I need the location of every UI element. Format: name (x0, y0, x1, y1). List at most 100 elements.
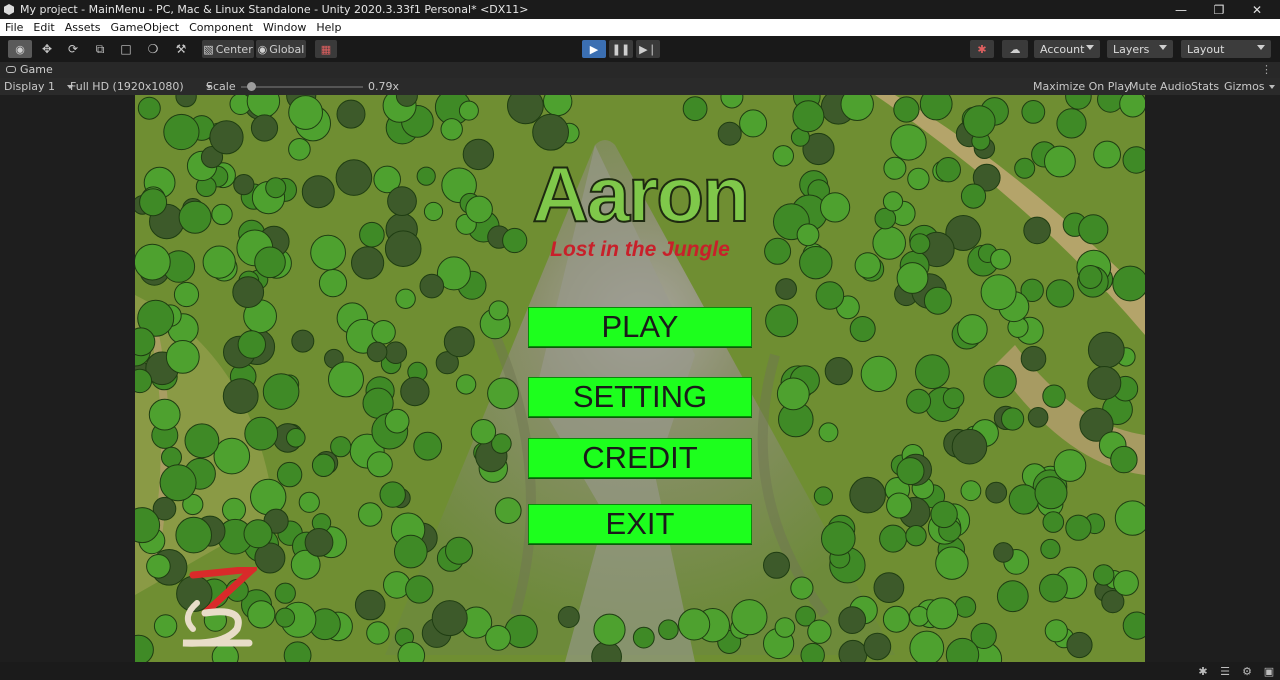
cloud-button[interactable]: ☁ (1002, 40, 1028, 58)
tree (993, 542, 1014, 563)
debug-mode-icon[interactable]: ⚙ (1240, 665, 1254, 678)
tree (1008, 484, 1040, 515)
tree (915, 354, 950, 390)
menu-help[interactable]: Help (311, 21, 346, 34)
space-global-button[interactable]: ◉ Global (256, 40, 306, 58)
scale-slider-handle[interactable] (246, 82, 256, 91)
stats-toggle[interactable]: Stats (1191, 80, 1219, 93)
tree (184, 423, 220, 459)
menu-gameobject[interactable]: GameObject (106, 21, 185, 34)
custom-tool-icon[interactable]: ⚒ (172, 40, 190, 58)
menu-bar: File Edit Assets GameObject Component Wi… (0, 19, 1280, 36)
menu-window[interactable]: Window (258, 21, 311, 34)
layout-dropdown[interactable]: Layout (1181, 40, 1271, 58)
tree (923, 286, 952, 315)
tree (849, 316, 876, 342)
tree (358, 502, 383, 527)
display-label: Display 1 (4, 80, 56, 93)
menu-file[interactable]: File (0, 21, 28, 34)
menu-component[interactable]: Component (184, 21, 258, 34)
tree (222, 378, 259, 415)
rotate-tool-icon[interactable]: ⟳ (64, 40, 82, 58)
layers-stack-icon[interactable]: ☰ (1218, 665, 1232, 678)
cache-server-icon[interactable]: ▣ (1262, 665, 1276, 678)
tree (366, 451, 393, 478)
cloud-icon: ☁ (1009, 42, 1021, 56)
layers-dropdown[interactable]: Layers (1107, 40, 1173, 58)
menu-assets[interactable]: Assets (60, 21, 106, 34)
tree (886, 492, 913, 519)
tree (286, 428, 306, 448)
tree (1027, 407, 1049, 428)
setting-button[interactable]: SETTING (528, 377, 752, 417)
tree (1020, 345, 1047, 372)
tree (632, 626, 655, 649)
window-titlebar: My project - MainMenu - PC, Mac & Linux … (0, 0, 1280, 19)
account-label: Account (1040, 42, 1085, 56)
rect-tool-icon[interactable]: □ (117, 40, 135, 58)
tree (232, 276, 265, 309)
tree (354, 589, 386, 621)
gizmos-label: Gizmos (1224, 80, 1265, 93)
tree (776, 377, 810, 411)
play-button[interactable]: PLAY (528, 307, 752, 347)
view-tool-icon[interactable]: ◉ (8, 40, 32, 58)
tree (371, 320, 396, 345)
minimize-icon[interactable]: — (1162, 0, 1200, 19)
bug-icon[interactable]: ✱ (1196, 665, 1210, 678)
tree (557, 606, 580, 628)
tree (717, 121, 742, 146)
tree (682, 96, 708, 122)
close-icon[interactable]: ✕ (1238, 0, 1276, 19)
play-button[interactable]: ▶ (582, 40, 606, 58)
tree (275, 607, 296, 628)
maximize-icon[interactable]: ❐ (1200, 0, 1238, 19)
pivot-center-button[interactable]: ▧ Center (202, 40, 254, 58)
scale-label: Scale (206, 80, 236, 93)
status-bar: ✱ ☰ ⚙ ▣ (0, 662, 1280, 680)
exit-button[interactable]: EXIT (528, 504, 752, 544)
tree (366, 341, 388, 363)
step-button[interactable]: ▶❘ (636, 40, 660, 58)
tree (800, 642, 825, 662)
gizmos-toggle[interactable]: Gizmos (1224, 80, 1275, 93)
tree (455, 374, 477, 395)
grid-snap-button[interactable]: ▦ (315, 40, 337, 58)
tree (384, 341, 408, 365)
resolution-dropdown[interactable]: Full HD (1920x1080) (70, 80, 212, 93)
tree (276, 461, 303, 488)
credit-button[interactable]: CREDIT (528, 438, 752, 478)
step-icon: ▶❘ (639, 42, 657, 56)
tree (765, 304, 799, 338)
pause-button[interactable]: ❚❚ (609, 40, 633, 58)
tree (1040, 538, 1061, 560)
window-title: My project - MainMenu - PC, Mac & Linux … (20, 3, 529, 16)
tree (222, 497, 246, 522)
display-dropdown[interactable]: Display 1 (4, 80, 74, 93)
chevron-down-icon (1159, 45, 1167, 50)
menu-edit[interactable]: Edit (28, 21, 59, 34)
layers-label: Layers (1113, 42, 1150, 56)
tab-game[interactable]: Game (20, 63, 53, 76)
tree (1021, 100, 1046, 124)
tree (395, 288, 416, 310)
tree (1087, 366, 1122, 400)
transform-tool-icon[interactable]: ❍ (144, 40, 162, 58)
collab-button[interactable]: ✱ (970, 40, 994, 58)
maximize-on-play-toggle[interactable]: Maximize On Play (1033, 80, 1131, 93)
tree (1113, 570, 1139, 596)
tree (1087, 331, 1125, 369)
scale-slider[interactable] (241, 86, 363, 88)
tree (291, 329, 315, 353)
scale-tool-icon[interactable]: ⧉ (91, 40, 109, 58)
tree (165, 340, 200, 374)
tree (815, 281, 845, 310)
tree (818, 422, 839, 443)
account-dropdown[interactable]: Account (1034, 40, 1100, 58)
tree (790, 576, 814, 600)
move-tool-icon[interactable]: ✥ (38, 40, 56, 58)
tree (161, 446, 182, 468)
mute-audio-toggle[interactable]: Mute Audio (1129, 80, 1191, 93)
tab-menu-icon[interactable]: ⋮ (1261, 63, 1272, 76)
game-title: Aaron (531, 150, 750, 238)
